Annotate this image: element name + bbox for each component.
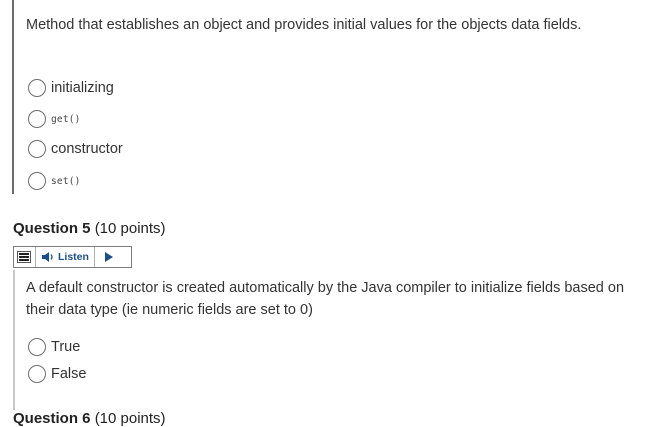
radio-button[interactable]: [28, 172, 46, 190]
radio-button[interactable]: [28, 338, 46, 356]
question-title: Question 5: [13, 220, 91, 237]
listen-button[interactable]: Listen: [35, 247, 95, 267]
question-5-prompt: A default constructor is created automat…: [26, 280, 625, 318]
question-6-title: Question 6 (10 points): [13, 410, 166, 427]
radio-button[interactable]: [28, 365, 46, 383]
question-5-title: Question 5 (10 points): [13, 220, 166, 237]
q4-option-get[interactable]: get(): [28, 109, 81, 129]
question-4-prompt: Method that establishes an object and pr…: [26, 17, 582, 33]
question-points: (10 points): [94, 410, 166, 427]
radio-button[interactable]: [28, 140, 46, 158]
question-title: Question 6: [13, 410, 91, 427]
option-label: set(): [51, 175, 81, 187]
hamburger-menu-icon[interactable]: [17, 251, 31, 263]
q4-option-constructor[interactable]: constructor: [28, 139, 123, 159]
radio-button[interactable]: [28, 79, 46, 97]
listen-label: Listen: [58, 251, 89, 263]
q5-option-false[interactable]: False: [28, 364, 86, 384]
speaker-icon: [42, 252, 53, 262]
option-label: get(): [51, 113, 81, 125]
option-label: False: [51, 366, 87, 382]
option-label: True: [51, 339, 81, 355]
q4-option-set[interactable]: set(): [28, 171, 81, 191]
play-icon[interactable]: [104, 252, 113, 262]
q4-option-initializing[interactable]: initializing: [28, 78, 114, 98]
q5-option-true[interactable]: True: [28, 337, 80, 357]
question-points: (10 points): [94, 220, 166, 237]
radio-button[interactable]: [28, 110, 46, 128]
listen-toolbar: Listen: [13, 246, 132, 268]
option-label: initializing: [51, 80, 114, 96]
option-label: constructor: [51, 141, 123, 157]
